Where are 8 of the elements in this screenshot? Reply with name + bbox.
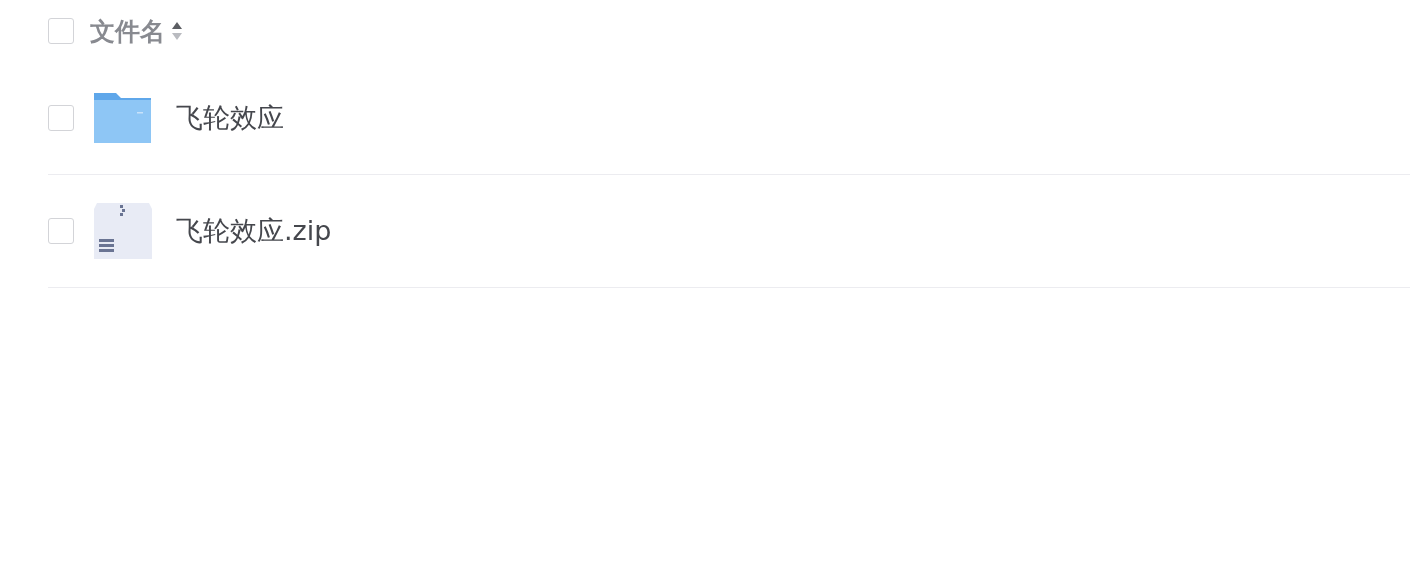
row-checkbox[interactable] xyxy=(48,218,74,244)
folder-icon xyxy=(93,91,153,145)
row-checkbox[interactable] xyxy=(48,105,74,131)
sort-icon[interactable] xyxy=(171,20,183,42)
file-name[interactable]: 飞轮效应.zip xyxy=(176,213,332,249)
select-all-checkbox[interactable] xyxy=(48,18,74,44)
zip-file-icon xyxy=(93,201,153,261)
file-name[interactable]: 飞轮效应 xyxy=(176,100,284,136)
